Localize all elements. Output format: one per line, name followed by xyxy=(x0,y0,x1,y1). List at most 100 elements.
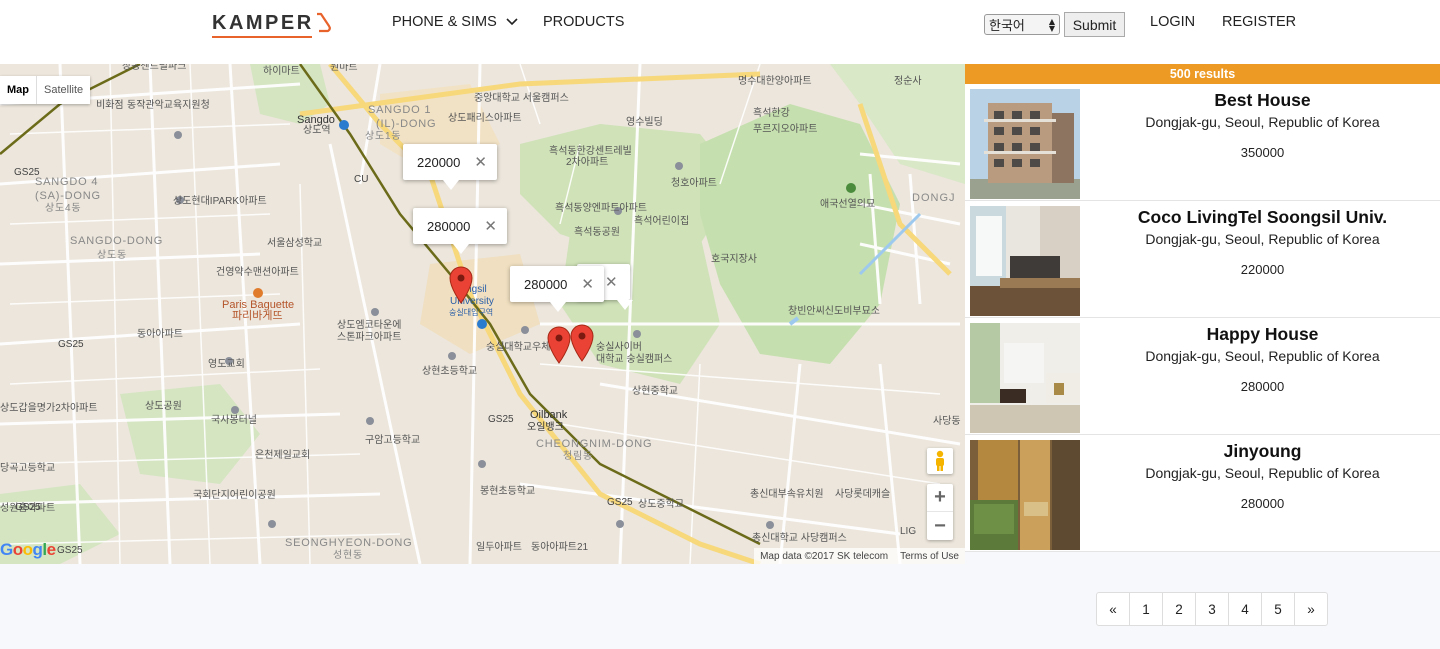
svg-text:상도동: 상도동 xyxy=(97,249,127,261)
svg-text:숭실사이버: 숭실사이버 xyxy=(596,341,642,353)
svg-text:DONGJ: DONGJ xyxy=(912,192,956,204)
map-price-popup[interactable]: 220000 ✕ xyxy=(403,144,497,190)
svg-text:동아아파트21: 동아아파트21 xyxy=(531,541,589,553)
kamper-logo[interactable]: KAMPER xyxy=(212,8,333,38)
map-type-map-button[interactable]: Map xyxy=(0,76,36,104)
listing-photo[interactable] xyxy=(970,323,1080,433)
logo-mark-icon xyxy=(316,12,331,33)
svg-text:(IL)-DONG: (IL)-DONG xyxy=(376,118,436,130)
listing-title[interactable]: Happy House xyxy=(1085,324,1440,345)
svg-text:동작관악교육지원청: 동작관악교육지원청 xyxy=(127,99,210,111)
popup-price: 220000 xyxy=(417,154,461,170)
nav-products[interactable]: PRODUCTS xyxy=(543,14,624,30)
svg-text:동아아파트: 동아아파트 xyxy=(137,328,183,340)
map-view[interactable]: 하이마트 원마트 중앙대학교 서울캠퍼스 상도패리스아파트 동작관악교육지원청 … xyxy=(0,64,965,564)
svg-text:파리바게뜨: 파리바게뜨 xyxy=(232,309,283,322)
map-attribution: Map data ©2017 SK telecom xyxy=(760,550,889,562)
svg-text:GS25: GS25 xyxy=(57,545,83,556)
pagination-page-2[interactable]: 2 xyxy=(1162,593,1195,625)
svg-text:청호아파트: 청호아파트 xyxy=(671,177,717,189)
listing-card[interactable]: Jinyoung Dongjak-gu, Seoul, Republic of … xyxy=(965,435,1440,552)
listing-title[interactable]: Jinyoung xyxy=(1085,441,1440,462)
svg-text:(SA)-DONG: (SA)-DONG xyxy=(35,190,101,202)
svg-text:상도패리스아파트: 상도패리스아파트 xyxy=(448,112,522,124)
listing-price: 280000 xyxy=(1240,496,1285,511)
listing-title[interactable]: Best House xyxy=(1085,90,1440,111)
svg-text:일두아파트: 일두아파트 xyxy=(476,541,522,553)
svg-text:푸르지오아파트: 푸르지오아파트 xyxy=(753,123,817,135)
svg-text:사당롯데캐슬: 사당롯데캐슬 xyxy=(835,488,890,500)
close-icon[interactable]: ✕ xyxy=(484,217,497,235)
svg-text:영도교회: 영도교회 xyxy=(208,358,245,370)
logo-text: KAMPER xyxy=(212,11,314,34)
language-selected-value: 한국어 xyxy=(989,19,1025,34)
submit-button[interactable]: Submit xyxy=(1064,12,1125,37)
svg-text:SANGDO 4: SANGDO 4 xyxy=(35,176,98,188)
listing-price: 280000 xyxy=(1240,379,1285,394)
svg-text:은천제일교회: 은천제일교회 xyxy=(255,449,310,461)
svg-text:GS25: GS25 xyxy=(488,414,514,425)
svg-text:영수빌딩: 영수빌딩 xyxy=(626,116,663,128)
svg-text:SANGDO 1: SANGDO 1 xyxy=(368,104,431,116)
nav-register[interactable]: REGISTER xyxy=(1222,14,1296,30)
close-icon[interactable]: ✕ xyxy=(474,153,487,171)
svg-text:사당동: 사당동 xyxy=(933,415,961,427)
svg-text:총신대부속유치원: 총신대부속유치원 xyxy=(750,488,824,500)
listing-card[interactable]: Coco LivingTel Soongsil Univ. Dongjak-gu… xyxy=(965,201,1440,318)
svg-text:흑석동양엔파트아파트: 흑석동양엔파트아파트 xyxy=(555,201,647,214)
listing-photo[interactable] xyxy=(970,89,1080,199)
zoom-out-button[interactable]: − xyxy=(927,512,953,540)
listing-address: Dongjak-gu, Seoul, Republic of Korea xyxy=(1145,465,1380,481)
svg-text:비화점: 비화점 xyxy=(96,99,124,111)
map-price-popup[interactable]: 280000 ✕ xyxy=(510,266,604,312)
pagination-next-button[interactable]: » xyxy=(1294,593,1327,625)
svg-text:CU: CU xyxy=(354,174,368,185)
map-marker-icon[interactable] xyxy=(547,326,571,364)
svg-text:총신대학교 사당캠퍼스: 총신대학교 사당캠퍼스 xyxy=(752,532,847,544)
map-marker-icon[interactable] xyxy=(449,266,473,304)
listing-address: Dongjak-gu, Seoul, Republic of Korea xyxy=(1145,348,1380,364)
nav-phone-sims[interactable]: PHONE & SIMS xyxy=(392,14,519,30)
nav-phone-sims-label: PHONE & SIMS xyxy=(392,14,497,30)
map-price-popup[interactable]: 280000 ✕ xyxy=(413,208,507,254)
map-type-satellite-button[interactable]: Satellite xyxy=(36,76,90,104)
svg-text:숭실대입구역: 숭실대입구역 xyxy=(449,307,493,317)
close-icon[interactable]: ✕ xyxy=(605,273,618,291)
street-view-pegman-icon[interactable] xyxy=(927,448,953,474)
map-canvas[interactable]: 하이마트 원마트 중앙대학교 서울캠퍼스 상도패리스아파트 동작관악교육지원청 … xyxy=(0,64,965,564)
listing-price: 220000 xyxy=(1240,262,1285,277)
svg-text:상도1동: 상도1동 xyxy=(365,130,401,142)
pagination-page-3[interactable]: 3 xyxy=(1195,593,1228,625)
terms-of-use-link[interactable]: Terms of Use xyxy=(900,551,959,562)
svg-text:흑석동공원: 흑석동공원 xyxy=(574,225,620,238)
pagination-page-1[interactable]: 1 xyxy=(1129,593,1162,625)
svg-text:구암고등학교: 구암고등학교 xyxy=(365,434,420,446)
svg-text:SANGDO-DONG: SANGDO-DONG xyxy=(70,235,163,247)
language-select[interactable]: 한국어 ▲ ▼ xyxy=(984,14,1060,35)
svg-text:성현동: 성현동 xyxy=(333,549,363,561)
zoom-in-button[interactable]: + xyxy=(927,484,953,512)
listing-card[interactable]: Happy House Dongjak-gu, Seoul, Republic … xyxy=(965,318,1440,435)
listing-photo[interactable] xyxy=(970,440,1080,550)
svg-text:국사봉터널: 국사봉터널 xyxy=(211,414,257,426)
svg-text:상도공원: 상도공원 xyxy=(145,400,182,412)
map-marker-icon[interactable] xyxy=(570,324,594,362)
listing-photo[interactable] xyxy=(970,206,1080,316)
svg-text:LIG: LIG xyxy=(900,526,916,537)
top-header: KAMPER PHONE & SIMS PRODUCTS 한국어 ▲ ▼ Subm… xyxy=(0,0,1440,64)
svg-text:상현중학교: 상현중학교 xyxy=(632,385,678,397)
svg-text:대학교 숭실캠퍼스: 대학교 숭실캠퍼스 xyxy=(596,353,672,365)
pagination-page-5[interactable]: 5 xyxy=(1261,593,1294,625)
nav-login[interactable]: LOGIN xyxy=(1150,14,1195,30)
svg-text:GS25: GS25 xyxy=(15,502,41,513)
svg-text:원마트: 원마트 xyxy=(330,64,358,73)
svg-text:국회단지어린이공원: 국회단지어린이공원 xyxy=(193,489,276,501)
pagination-page-4[interactable]: 4 xyxy=(1228,593,1261,625)
svg-text:창빈안씨신도비부묘소: 창빈안씨신도비부묘소 xyxy=(788,305,880,317)
close-icon[interactable]: ✕ xyxy=(581,275,594,293)
listing-card[interactable]: Best House Dongjak-gu, Seoul, Republic o… xyxy=(965,84,1440,201)
chevron-down-icon xyxy=(506,18,518,26)
svg-text:2차아파트: 2차아파트 xyxy=(566,156,608,168)
pagination-prev-button[interactable]: « xyxy=(1097,593,1129,625)
listing-title[interactable]: Coco LivingTel Soongsil Univ. xyxy=(1085,207,1440,228)
